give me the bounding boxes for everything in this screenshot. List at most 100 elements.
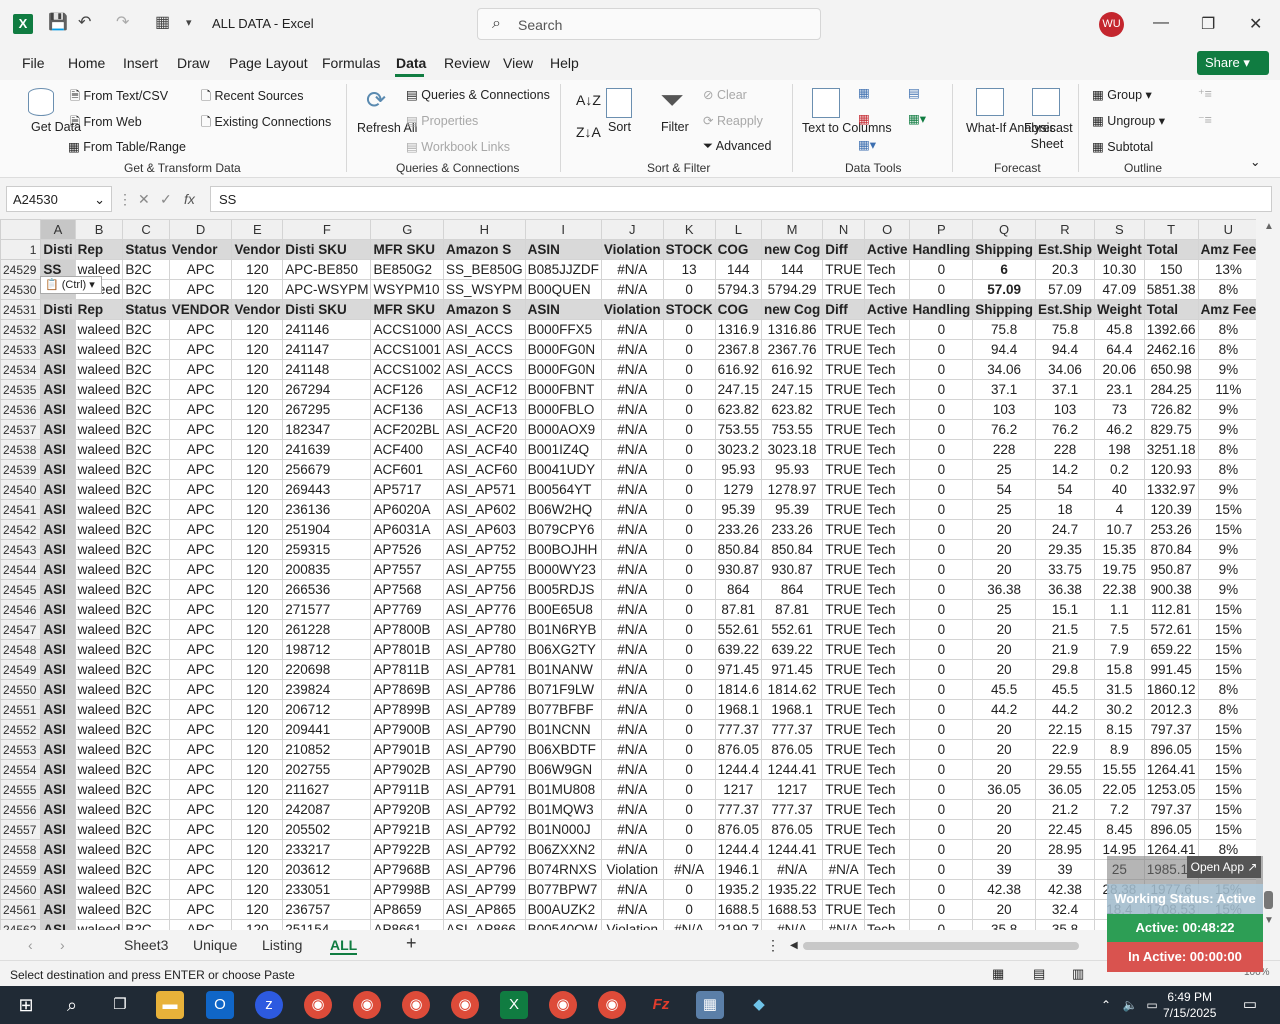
row-number[interactable]: 24543 xyxy=(0,539,42,560)
cell[interactable]: 75.8 xyxy=(1034,319,1096,340)
cell[interactable]: AP7911B xyxy=(370,779,445,800)
header-cell[interactable]: new Cog xyxy=(760,299,824,320)
cell[interactable]: 0 xyxy=(662,679,716,700)
sheet-tab-listing[interactable]: Listing xyxy=(262,937,302,953)
cell[interactable]: ASI_AP603 xyxy=(443,519,526,540)
cell[interactable]: #N/A xyxy=(600,899,664,920)
cell[interactable]: 30.2 xyxy=(1094,699,1145,720)
cell[interactable]: 233217 xyxy=(282,839,372,860)
cell[interactable]: 251904 xyxy=(282,519,372,540)
consolidate-icon[interactable]: ▤ xyxy=(908,85,920,100)
cell[interactable]: 236757 xyxy=(282,899,372,920)
cell[interactable]: 120 xyxy=(231,559,284,580)
header-cell[interactable]: Diff xyxy=(822,239,865,260)
enter-icon[interactable]: ✓ xyxy=(160,191,172,208)
column-header[interactable]: I xyxy=(524,219,602,240)
cell[interactable]: 20 xyxy=(972,659,1036,680)
cell[interactable]: 15.8 xyxy=(1094,659,1145,680)
cell[interactable]: waleed xyxy=(74,699,124,720)
cell[interactable]: #N/A xyxy=(600,419,664,440)
cell[interactable]: 120 xyxy=(231,819,284,840)
cell[interactable]: 182347 xyxy=(282,419,372,440)
cell[interactable]: 7.2 xyxy=(1094,799,1145,820)
cell[interactable]: 1278.97 xyxy=(760,479,824,500)
cell[interactable]: 0 xyxy=(662,699,716,720)
cell[interactable]: #N/A xyxy=(600,839,664,860)
scroll-up-icon[interactable]: ▲ xyxy=(1264,221,1274,232)
row-number[interactable]: 24544 xyxy=(0,559,42,580)
cell[interactable]: waleed xyxy=(74,759,124,780)
cell[interactable]: 120 xyxy=(231,779,284,800)
cell[interactable]: 797.37 xyxy=(1143,799,1199,820)
normal-view-icon[interactable]: ▦ xyxy=(992,966,1004,982)
cell[interactable]: B2C xyxy=(122,559,170,580)
cell[interactable]: ASI_AP780 xyxy=(443,639,526,660)
cell[interactable]: 15% xyxy=(1197,639,1256,660)
cell[interactable]: 3251.18 xyxy=(1143,439,1199,460)
header-cell[interactable]: Disti SKU xyxy=(282,299,372,320)
cell[interactable]: 206712 xyxy=(282,699,372,720)
save-icon[interactable]: 💾 xyxy=(48,12,68,32)
cell[interactable]: APC xyxy=(168,379,233,400)
cell[interactable]: TRUE xyxy=(822,719,865,740)
cell[interactable]: TRUE xyxy=(822,639,865,660)
cell[interactable]: 15% xyxy=(1197,599,1256,620)
cell[interactable]: Tech xyxy=(863,639,911,660)
select-all-corner[interactable] xyxy=(0,219,42,240)
cell[interactable]: #N/A xyxy=(662,859,716,880)
cell[interactable]: Tech xyxy=(863,579,911,600)
cell[interactable]: AP7968B xyxy=(370,859,445,880)
cell[interactable]: AP8659 xyxy=(370,899,445,920)
cell[interactable]: 0 xyxy=(909,359,974,380)
cell[interactable]: B077BPW7 xyxy=(524,879,602,900)
header-cell[interactable]: ASIN xyxy=(524,239,602,260)
cell[interactable]: 8% xyxy=(1197,279,1256,300)
cell[interactable]: TRUE xyxy=(822,519,865,540)
ungroup-button[interactable]: ▦ Ungroup ▾ xyxy=(1092,113,1165,128)
cell[interactable]: B2C xyxy=(122,379,170,400)
cell[interactable]: ACF202BL xyxy=(370,419,445,440)
name-box-dropdown-icon[interactable]: ⌄ xyxy=(94,192,105,208)
cell[interactable]: 10.7 xyxy=(1094,519,1145,540)
cell[interactable]: 13% xyxy=(1197,259,1256,280)
tab-insert[interactable]: Insert xyxy=(123,55,158,71)
cell[interactable]: B2C xyxy=(122,899,170,920)
cell[interactable]: B2C xyxy=(122,259,170,280)
cell[interactable]: B01MQW3 xyxy=(524,799,602,820)
cell[interactable]: ASI xyxy=(40,919,76,930)
cell[interactable]: Tech xyxy=(863,819,911,840)
row-number[interactable]: 24545 xyxy=(0,579,42,600)
column-header[interactable]: L xyxy=(714,219,762,240)
cell[interactable]: ASI xyxy=(40,439,76,460)
header-cell[interactable]: Est.Ship xyxy=(1034,239,1096,260)
cell[interactable]: 236136 xyxy=(282,499,372,520)
cell[interactable]: 120 xyxy=(231,399,284,420)
cell[interactable]: 120 xyxy=(231,699,284,720)
cell[interactable]: B06XG2TY xyxy=(524,639,602,660)
cell[interactable]: 20 xyxy=(972,639,1036,660)
cell[interactable]: ASI xyxy=(40,859,76,880)
cell[interactable]: APC xyxy=(168,459,233,480)
cell[interactable]: 15% xyxy=(1197,759,1256,780)
cell[interactable]: B00AUZK2 xyxy=(524,899,602,920)
cell[interactable]: 0 xyxy=(909,839,974,860)
cell[interactable]: 0 xyxy=(909,859,974,880)
cell[interactable]: #N/A xyxy=(600,699,664,720)
cell[interactable]: 1935.22 xyxy=(760,879,824,900)
cell[interactable]: 777.37 xyxy=(714,799,762,820)
cell[interactable]: 0 xyxy=(909,919,974,930)
cell[interactable]: 25 xyxy=(972,599,1036,620)
cell[interactable]: 11% xyxy=(1197,379,1256,400)
cell[interactable]: AP7900B xyxy=(370,719,445,740)
cell[interactable]: 34.06 xyxy=(972,359,1036,380)
cell[interactable]: 120.93 xyxy=(1143,459,1199,480)
cell[interactable]: 95.39 xyxy=(760,499,824,520)
row-number[interactable]: 24557 xyxy=(0,819,42,840)
cell[interactable]: #N/A xyxy=(600,579,664,600)
cell[interactable]: APC xyxy=(168,519,233,540)
cell[interactable]: 20 xyxy=(972,619,1036,640)
cell[interactable]: 2012.3 xyxy=(1143,699,1199,720)
cell[interactable]: 25 xyxy=(972,459,1036,480)
cell[interactable]: 3023.2 xyxy=(714,439,762,460)
cell[interactable]: #N/A xyxy=(600,379,664,400)
